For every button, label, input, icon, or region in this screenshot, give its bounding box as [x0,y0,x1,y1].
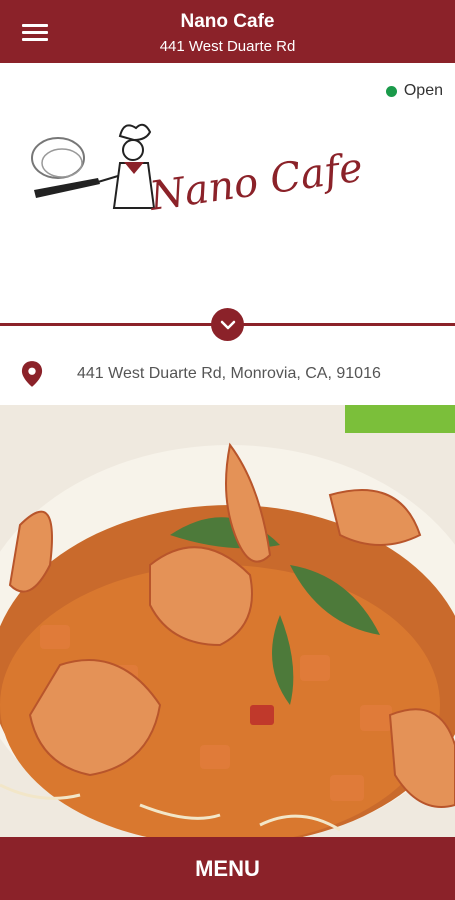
status-dot-icon [385,85,397,97]
open-status: Open [385,82,443,100]
chevron-down-icon [220,320,235,329]
food-photo [0,405,455,837]
chef-logo-icon: Nano Cafe [31,123,366,220]
restaurant-address-short: 441 West Duarte Rd [159,38,296,55]
menu-button[interactable]: MENU [0,837,455,900]
expand-button[interactable] [211,308,244,341]
map-pin-icon [21,361,43,387]
restaurant-name: Nano Cafe [180,11,275,32]
cafe-logo: Nano Cafe [28,118,428,220]
logo-text: Nano Cafe [146,145,366,218]
app-header: Nano Cafe 441 West Duarte Rd [0,0,455,63]
address-row[interactable]: 441 West Duarte Rd, Monrovia, CA, 91016 [0,350,455,400]
status-label: Open [403,82,443,99]
full-address: 441 West Duarte Rd, Monrovia, CA, 91016 [77,365,381,382]
